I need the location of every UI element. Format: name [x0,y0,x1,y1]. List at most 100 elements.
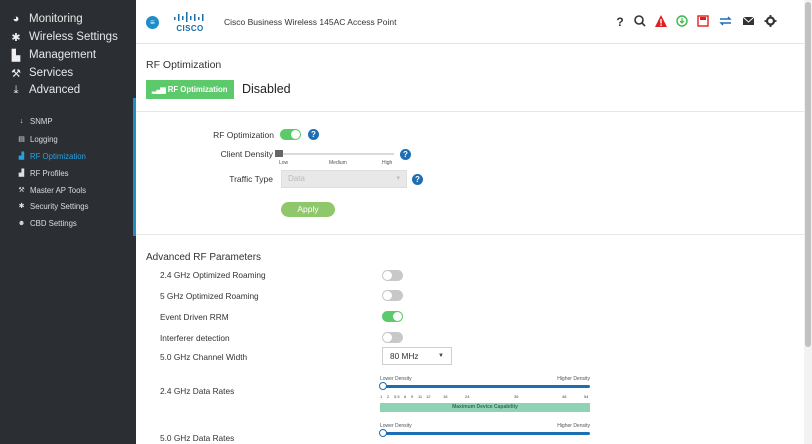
density-high-label: High [382,160,393,166]
help-icon[interactable]: ? [412,174,423,185]
event-rrm-toggle[interactable] [382,311,403,322]
cisco-logo: CISCO [170,12,210,34]
sidebar-subitem-label: Security Settings [30,201,89,211]
page-scrollbar[interactable] [804,0,812,444]
rate-tick: 54 [584,394,589,399]
management-icon: ▙ [11,49,21,62]
tab-rf-optimization[interactable]: ▂▄▆ RF Optimization [146,80,234,99]
header-title: Cisco Business Wireless 145AC Access Poi… [224,17,397,27]
slider-handle[interactable] [275,150,283,157]
download-icon[interactable] [675,14,689,30]
traffic-type-select: Data ▾ [281,170,407,188]
density-range-labels: Lower Density Higher Density [380,423,590,429]
density-low-label: Low [279,160,289,166]
sidebar-subitem-label: RF Optimization [30,151,86,161]
sidebar-item-label: Monitoring [29,13,83,25]
arrow-down-icon: ↓ [19,117,24,125]
slider-track [380,432,590,435]
sidebar-item-management[interactable]: ▙ Management [0,46,136,64]
rate-tick: 6 [404,394,407,399]
scrollbar-thumb[interactable] [805,2,811,347]
rate-tick: 18 [443,394,448,399]
sidebar-item-label: Services [29,67,74,79]
interferer-label: Interferer detection [160,333,230,343]
gear-icon: ✱ [11,31,21,44]
chevron-down-icon: ▼ [438,353,444,359]
sidebar-subitem-label: Logging [30,134,58,144]
rate-tick: 24 [465,394,470,399]
search-icon[interactable] [633,14,647,30]
rate-tick: 48 [562,394,567,399]
save-icon[interactable] [696,14,710,30]
apply-button[interactable]: Apply [281,202,335,217]
interferer-toggle[interactable] [382,332,403,343]
cisco-logo-bars-icon [174,12,204,22]
settings-icon[interactable] [763,14,777,30]
event-rrm-label: Event Driven RRM [160,312,229,322]
sidebar-subitem-label: Master AP Tools [30,185,87,195]
section-divider [136,111,804,112]
rf-optimization-label: RF Optimization [213,130,274,140]
rates-24-label: 2.4 GHz Data Rates [160,386,235,396]
higher-density-label: Higher Density [557,423,590,429]
sidebar-subitem-label: RF Profiles [30,168,69,178]
wrench-icon: ⚒ [11,67,21,80]
slider-track [275,153,394,155]
slider-handle[interactable] [379,429,387,437]
client-density-slider[interactable]: Low Medium High [275,150,395,170]
lower-density-label: Lower Density [380,423,412,429]
dashboard-icon: ◕ [12,13,20,25]
sidebar-item-label: Management [29,49,97,61]
alert-icon[interactable] [654,14,668,30]
sidebar-item-monitoring[interactable]: ◕ Monitoring [0,10,136,28]
sidebar-item-label: Advanced [29,84,81,96]
roaming-5-toggle[interactable] [382,290,403,301]
gear-icon: ✱ [18,203,25,210]
help-icon[interactable]: ? [400,149,411,160]
tab-label: RF Optimization [167,85,228,94]
signal-bars-icon: ▟ [18,153,25,160]
help-icon[interactable]: ? [308,129,319,140]
roaming-24-toggle[interactable] [382,270,403,281]
sidebar-subitem-label: SNMP [30,116,53,126]
sidebar-item-advanced[interactable]: ⤓ Advanced [0,83,136,97]
lower-density-label: Lower Density [380,376,412,382]
rf-optimization-toggle[interactable] [280,129,301,140]
roaming-24-label: 2.4 GHz Optimized Roaming [160,270,266,280]
sidebar-item-wireless-settings[interactable]: ✱ Wireless Settings [0,28,136,46]
page-title: RF Optimization [146,59,222,71]
sidebar-subitem-cbd-settings[interactable]: ☻ CBD Settings [0,216,136,230]
logo-wordmark: CISCO [176,24,204,33]
status-text: Disabled [242,82,291,96]
sidebar-item-label: Wireless Settings [29,31,118,43]
rate-tick: 5.5 [394,394,400,399]
sidebar-subitem-snmp[interactable]: ↓ SNMP [0,114,136,128]
sidebar-subitem-security-settings[interactable]: ✱ Security Settings [0,199,136,213]
rate-tick: 1 [380,394,383,399]
menu-toggle-icon[interactable]: ≡ [146,16,159,29]
density-medium-label: Medium [329,160,347,166]
sidebar-subitem-master-ap-tools[interactable]: ⚒ Master AP Tools [0,183,136,197]
rate-tick: 11 [418,394,423,399]
rate-tick: 9 [411,394,414,399]
chevron-down-icon: ▾ [396,175,400,182]
channel-width-select[interactable]: 80 MHz ▼ [382,347,452,365]
section-divider [136,234,804,235]
slider-handle[interactable] [379,382,387,390]
client-density-label: Client Density [220,149,273,159]
slider-track [380,385,590,388]
users-icon: ☻ [17,219,26,227]
download-icon: ⤓ [13,83,19,96]
rate-tick: 2 [387,394,390,399]
rate-tick: 36 [514,394,519,399]
wrench-icon: ⚒ [18,187,25,194]
help-icon[interactable]: ? [613,14,627,30]
capability-bar: Maximum Device Capability [380,403,590,412]
transfer-icon[interactable] [718,14,732,30]
sidebar-subitem-label: CBD Settings [30,218,77,228]
signal-bars-icon: ▟ [18,170,25,177]
sidebar-item-services[interactable]: ⚒ Services [0,64,136,82]
channel-width-label: 5.0 GHz Channel Width [160,352,248,362]
mail-icon[interactable] [741,14,755,30]
rate-tick: 12 [426,394,431,399]
